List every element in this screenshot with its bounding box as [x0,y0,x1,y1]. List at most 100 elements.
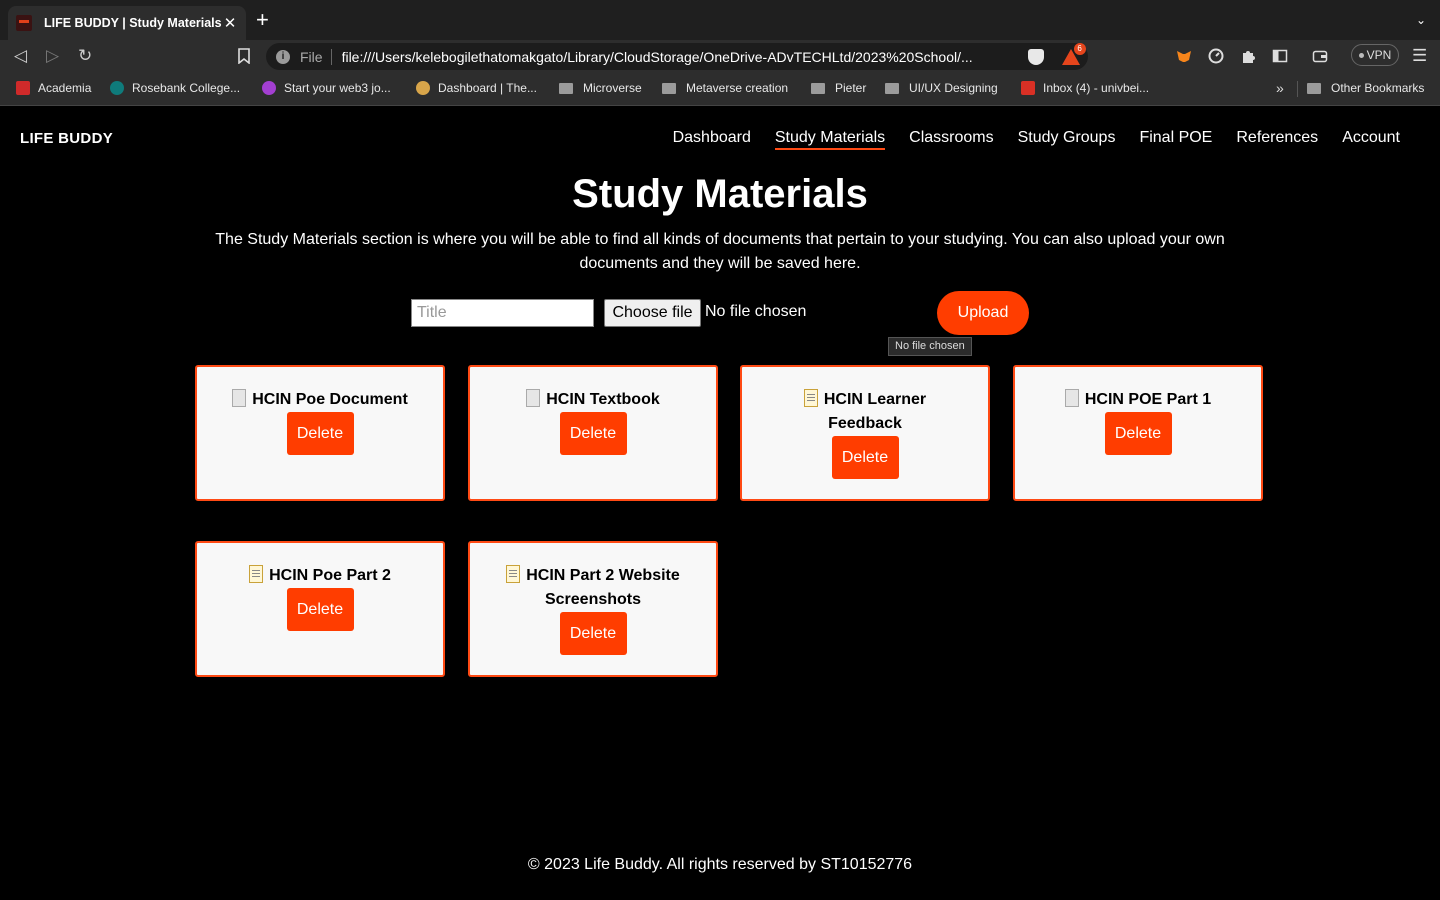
vpn-button[interactable]: VPN [1351,44,1399,66]
page-footer: © 2023 Life Buddy. All rights reserved b… [527,856,913,873]
choose-file-button[interactable]: Choose file [604,299,701,327]
memo-icon [506,565,521,583]
new-tab-button[interactable]: + [256,9,269,31]
delete-button[interactable]: Delete [559,412,627,455]
document-card: HCIN POE Part 1 Delete [1013,365,1263,501]
document-title[interactable]: HCIN Part 2 Website Screenshots [526,567,680,608]
vpn-status-dot-icon [1358,52,1364,58]
bookmark-icon[interactable] [236,48,252,64]
browser-tab-bar: LIFE BUDDY | Study Materials ✕ + ⌄ [0,0,1440,40]
sharepoint-icon [110,81,124,95]
gmail-icon [1021,81,1035,95]
folder-icon [811,82,825,94]
delete-button[interactable]: Delete [559,612,627,655]
folder-icon [559,82,573,94]
reload-icon[interactable]: ↻ [78,46,92,66]
document-card: HCIN Part 2 Website Screenshots Delete [468,541,718,677]
intro-text: The Study Materials section is where you… [215,231,1225,272]
nav-classrooms[interactable]: Classrooms [909,129,993,150]
title-input[interactable] [411,299,594,327]
delete-button[interactable]: Delete [286,588,354,631]
bookmark-folder-metaverse[interactable]: Metaverse creation [662,81,788,95]
folder-icon [885,82,899,94]
wallet-icon[interactable] [1312,48,1328,64]
nav-dashboard[interactable]: Dashboard [673,129,751,150]
bookmark-dashboard[interactable]: Dashboard | The... [416,81,537,95]
nav-references[interactable]: References [1236,129,1318,150]
bookmark-academia[interactable]: Academia [16,81,91,95]
nav-study-materials[interactable]: Study Materials [774,129,886,150]
forward-arrow-icon[interactable]: ▷ [46,46,59,66]
document-title[interactable]: HCIN Textbook [546,391,659,408]
document-title-row: HCIN Textbook [470,388,716,412]
document-title[interactable]: HCIN Poe Document [252,391,408,408]
document-title-row: HCIN Poe Part 2 [197,564,443,588]
delete-button[interactable]: Delete [831,436,899,479]
bookmark-label: Metaverse creation [686,81,789,95]
nav-study-groups[interactable]: Study Groups [1018,129,1116,150]
info-icon[interactable]: i [276,49,290,64]
extensions-puzzle-icon[interactable] [1240,48,1256,64]
brave-shields-icon[interactable] [1027,48,1044,65]
document-title-row: HCIN Part 2 Website Screenshots [470,564,716,612]
academia-icon [16,81,30,95]
sidebar-toggle-icon[interactable] [1272,48,1288,64]
page-title: Study Materials [572,172,868,216]
browser-menu-icon[interactable]: ☰ [1412,46,1427,66]
memo-icon [803,389,818,407]
tab-title: LIFE BUDDY | Study Materials [44,16,222,30]
tab-list-chevron-icon[interactable]: ⌄ [1416,13,1426,27]
folder-icon [1307,82,1321,94]
nav-final-poe[interactable]: Final POE [1139,129,1212,150]
document-title-row: HCIN POE Part 1 [1015,388,1261,412]
delete-button[interactable]: Delete [286,412,354,455]
upload-button[interactable]: Upload [937,291,1029,335]
file-status-text: No file chosen [705,303,807,320]
bookmark-inbox[interactable]: Inbox (4) - univbei... [1021,81,1149,95]
document-icon [526,389,541,407]
other-bookmarks[interactable]: Other Bookmarks [1307,81,1424,95]
document-title-row: HCIN Learner Feedback [742,388,988,436]
bookmark-label: Microverse [583,81,642,95]
brave-rewards-icon[interactable]: 6 [1061,42,1086,65]
close-tab-icon[interactable]: ✕ [222,14,238,32]
bookmark-folder-microverse[interactable]: Microverse [559,81,642,95]
extension-gauge-icon[interactable] [1208,48,1224,64]
bookmarks-bar: Academia Rosebank College... Start your … [0,72,1440,106]
url-scheme: File [300,48,332,65]
browser-tab[interactable]: LIFE BUDDY | Study Materials ✕ [8,6,246,40]
owl-icon [416,81,430,95]
file-tooltip: No file chosen [888,337,972,356]
bookmark-label: Other Bookmarks [1331,81,1425,95]
bookmark-label: Dashboard | The... [438,81,537,95]
bookmark-folder-pieter[interactable]: Pieter [811,81,866,95]
url-text[interactable]: file:///Users/kelebogilethatomakgato/Lib… [342,49,1014,65]
bookmark-folder-uiux[interactable]: UI/UX Designing [885,81,998,95]
memo-icon [249,565,264,583]
bookmark-label: Pieter [835,81,867,95]
document-card: HCIN Poe Part 2 Delete [195,541,445,677]
metamask-icon[interactable] [1176,48,1192,64]
back-arrow-icon[interactable]: ◁ [14,46,27,66]
bookmark-web3[interactable]: Start your web3 jo... [262,81,391,95]
document-card: HCIN Learner Feedback Delete [740,365,990,501]
bookmark-label: Inbox (4) - univbei... [1043,81,1150,95]
rewards-badge: 6 [1073,42,1086,55]
address-bar[interactable]: i File file:///Users/kelebogilethatomakg… [266,42,1088,70]
more-bookmarks-button[interactable]: » [1276,80,1284,96]
document-title[interactable]: HCIN Poe Part 2 [269,567,391,584]
document-icon [232,389,247,407]
document-card: HCIN Textbook Delete [468,365,718,501]
bookmark-label: Rosebank College... [132,81,241,95]
delete-button[interactable]: Delete [1104,412,1172,455]
document-title[interactable]: HCIN Learner Feedback [824,391,926,432]
crystal-ball-icon [262,81,276,95]
document-title[interactable]: HCIN POE Part 1 [1085,391,1211,408]
bookmark-rosebank[interactable]: Rosebank College... [110,81,240,95]
site-favicon-icon [16,15,32,31]
bookmark-label: Academia [38,81,92,95]
folder-icon [662,82,676,94]
site-logo[interactable]: LIFE BUDDY [20,130,113,147]
nav-account[interactable]: Account [1342,129,1400,150]
document-icon [1064,389,1079,407]
